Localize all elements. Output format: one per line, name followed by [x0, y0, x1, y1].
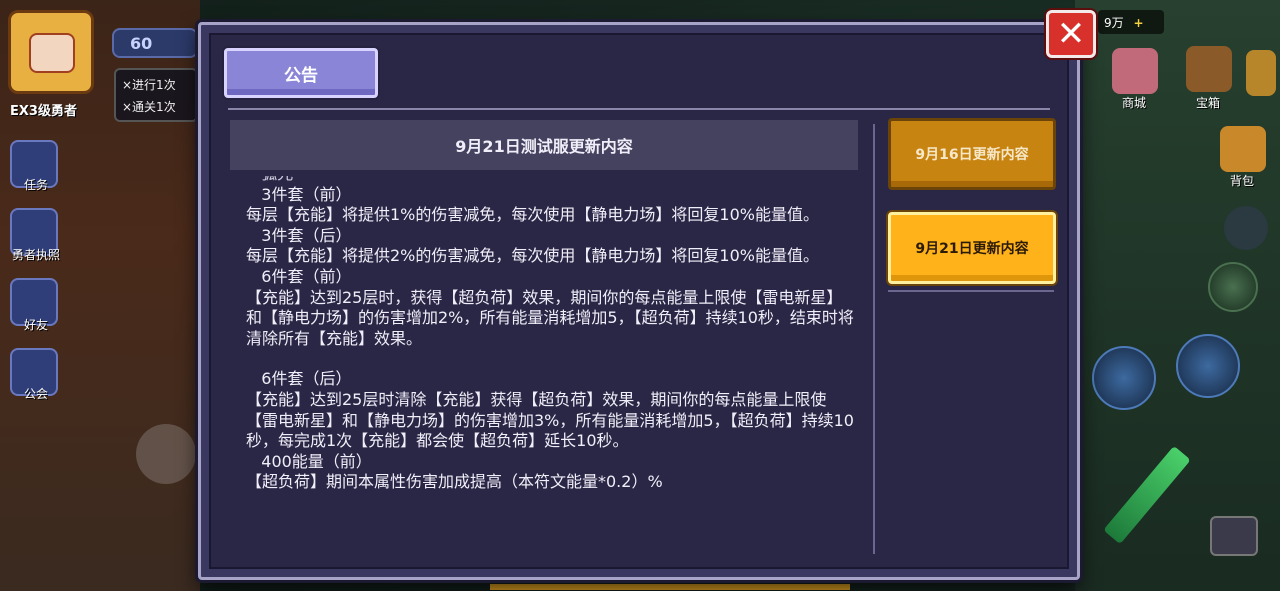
hero-rank-label: EX3级勇者 [10, 104, 77, 119]
content-line: 3件套（后） [246, 225, 352, 245]
grid-menu-icon[interactable] [1224, 206, 1268, 250]
hero-face-icon [29, 33, 75, 73]
currency-amount: 9万 [1104, 16, 1124, 30]
crown-icon[interactable] [1210, 516, 1258, 556]
virtual-joystick[interactable] [136, 424, 196, 484]
content-line: 【充能】达到25层时清除【充能】获得【超负荷】效果，期间你的每点能量上限使【雷电… [246, 389, 854, 451]
quest-menu-label: 任务 [23, 178, 48, 192]
add-currency-icon[interactable]: + [1133, 16, 1143, 30]
expand-menu-button[interactable] [1246, 50, 1276, 96]
content-line: 6件套（后） [246, 369, 352, 389]
skill-button-1[interactable] [1092, 346, 1156, 410]
chest-label: 宝箱 [1196, 96, 1221, 110]
content-line: 每层【充能】将提供1%的伤害减免，每次使用【静电力场】将回复10%能量值。 [246, 205, 819, 225]
shop-button[interactable] [1112, 48, 1158, 94]
column-divider [873, 124, 875, 554]
skill-button-3[interactable] [1208, 262, 1258, 312]
content-line: 6件套（前） [246, 266, 352, 286]
license-menu-label: 勇者执照 [11, 248, 60, 262]
backpack-label: 背包 [1230, 174, 1255, 188]
experience-bar [490, 584, 850, 590]
quest-line: ×进行1次 [122, 78, 176, 92]
guild-menu-label: 公会 [23, 387, 48, 401]
tab-announcement[interactable]: 公告 [224, 48, 378, 98]
header-divider [228, 108, 1050, 110]
content-line [246, 349, 856, 369]
hero-avatar[interactable] [8, 10, 94, 94]
content-line: 400能量（前） [246, 451, 372, 471]
content-line: 【充能】达到25层时，获得【超负荷】效果，期间你的每点能量上限使【雷电新星】和【… [246, 287, 854, 348]
level-indicator: 60 [112, 28, 198, 58]
backpack-button[interactable] [1220, 126, 1266, 172]
content-title: 9月21日测试服更新内容 [230, 120, 858, 170]
quest-tracker[interactable]: ×进行1次 ×通关1次 [114, 68, 198, 122]
version-button-0921[interactable]: 9月21日更新内容 [888, 212, 1056, 284]
content-line: 3件套（前） [246, 184, 352, 204]
close-icon: ✕ [1056, 14, 1086, 54]
currency-display: 9万 + [1098, 10, 1164, 34]
friends-menu-label: 好友 [23, 318, 48, 332]
skill-button-2[interactable] [1176, 334, 1240, 398]
shop-label: 商城 [1122, 96, 1147, 110]
version-list-divider [888, 290, 1054, 292]
content-line: 【超负荷】期间本属性伤害加成提高（本符文能量*0.2）% [246, 472, 663, 492]
version-button-0916[interactable]: 9月16日更新内容 [888, 118, 1056, 190]
quest-line: ×通关1次 [122, 100, 176, 114]
content-line: 每层【充能】将提供2%的伤害减免，每次使用【静电力场】将回复10%能量值。 [246, 246, 819, 266]
announcement-content[interactable]: 弧光 3件套（前）每层【充能】将提供1%的伤害减免，每次使用【静电力场】将回复1… [246, 176, 856, 560]
clipped-text-fragment: 弧光 [246, 176, 856, 185]
chest-button[interactable] [1186, 46, 1232, 92]
close-button[interactable]: ✕ [1046, 10, 1096, 58]
